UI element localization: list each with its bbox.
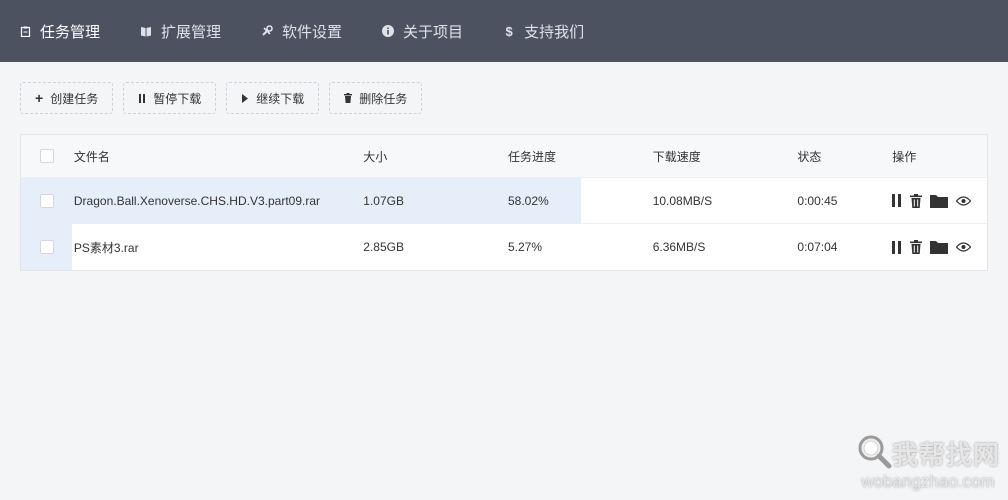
header-size[interactable]: 大小 xyxy=(363,148,508,165)
download-speed: 10.08MB/S xyxy=(652,193,713,208)
nav-item-label: 支持我们 xyxy=(524,23,585,41)
nav-item-label: 扩展管理 xyxy=(161,23,222,41)
resume-download-button[interactable]: 继续下载 xyxy=(226,82,320,114)
watermark-url: wobangzhao.com xyxy=(861,472,995,491)
nav-item-label: 任务管理 xyxy=(40,23,101,41)
clipboard-icon xyxy=(19,25,31,37)
top-nav: 任务管理 扩展管理 软件设置 关于项目 $ 支持我们 xyxy=(0,0,1008,62)
info-icon xyxy=(382,25,395,37)
watermark-text: 我帮找网 xyxy=(891,440,1000,470)
task-progress: 58.02% xyxy=(508,193,549,208)
delete-task-label: 删除任务 xyxy=(359,91,408,106)
folder-icon[interactable] xyxy=(930,194,949,208)
eye-icon[interactable] xyxy=(956,242,972,252)
task-status: 0:00:45 xyxy=(797,193,838,208)
file-name: PS素材3.rar xyxy=(73,240,139,255)
header-name[interactable]: 文件名 xyxy=(74,148,363,165)
play-icon xyxy=(241,93,249,103)
nav-item-software-settings[interactable]: 软件设置 xyxy=(261,21,342,42)
toolbar: + 创建任务 暂停下载 继续下载 删除任务 xyxy=(20,82,423,114)
task-progress: 5.27% xyxy=(508,240,543,254)
watermark: 我帮找网 wobangzhao.com xyxy=(856,433,1000,492)
header-speed[interactable]: 下载速度 xyxy=(653,148,798,165)
pause-download-button[interactable]: 暂停下载 xyxy=(123,82,217,114)
select-all-checkbox[interactable] xyxy=(40,149,55,163)
header-status[interactable]: 状态 xyxy=(797,148,892,165)
magnifier-icon xyxy=(856,433,892,474)
create-task-button[interactable]: + 创建任务 xyxy=(20,82,114,114)
book-icon xyxy=(140,25,152,37)
plus-icon: + xyxy=(35,90,44,106)
nav-item-label: 软件设置 xyxy=(282,23,343,41)
pause-icon xyxy=(138,93,146,103)
nav-item-about-project[interactable]: 关于项目 xyxy=(382,21,463,42)
pause-icon[interactable] xyxy=(892,240,902,254)
delete-task-button[interactable]: 删除任务 xyxy=(329,82,423,114)
dollar-icon: $ xyxy=(505,23,513,39)
table-header: 文件名 大小 任务进度 下载速度 状态 操作 xyxy=(21,135,987,178)
trash-icon xyxy=(344,93,353,103)
header-ops: 操作 xyxy=(892,149,917,164)
trash-icon[interactable] xyxy=(910,240,923,254)
create-task-label: 创建任务 xyxy=(50,91,99,106)
nav-item-support-us[interactable]: $ 支持我们 xyxy=(503,21,584,42)
folder-icon[interactable] xyxy=(930,240,949,254)
table-row[interactable]: PS素材3.rar 2.85GB 5.27% 6.36MB/S 0:07:04 xyxy=(21,224,987,270)
task-table: 文件名 大小 任务进度 下载速度 状态 操作 Dragon.Ball.Xenov… xyxy=(20,134,988,271)
row-checkbox[interactable] xyxy=(40,193,55,208)
trash-icon[interactable] xyxy=(910,193,923,208)
nav-item-label: 关于项目 xyxy=(403,23,464,41)
nav-item-task-manage[interactable]: 任务管理 xyxy=(19,21,100,42)
wrench-icon xyxy=(261,25,273,37)
pause-download-label: 暂停下载 xyxy=(153,91,202,106)
file-size: 1.07GB xyxy=(363,193,404,208)
task-status: 0:07:04 xyxy=(797,240,838,254)
file-name: Dragon.Ball.Xenoverse.CHS.HD.V3.part09.r… xyxy=(73,193,321,208)
row-checkbox[interactable] xyxy=(40,240,55,254)
nav-item-extension-manage[interactable]: 扩展管理 xyxy=(140,21,221,42)
eye-icon[interactable] xyxy=(956,195,972,206)
resume-download-label: 继续下载 xyxy=(256,91,305,106)
download-speed: 6.36MB/S xyxy=(652,240,706,254)
file-size: 2.85GB xyxy=(363,240,404,254)
table-row[interactable]: Dragon.Ball.Xenoverse.CHS.HD.V3.part09.r… xyxy=(21,178,987,224)
pause-icon[interactable] xyxy=(892,194,902,207)
header-progress[interactable]: 任务进度 xyxy=(508,148,653,165)
